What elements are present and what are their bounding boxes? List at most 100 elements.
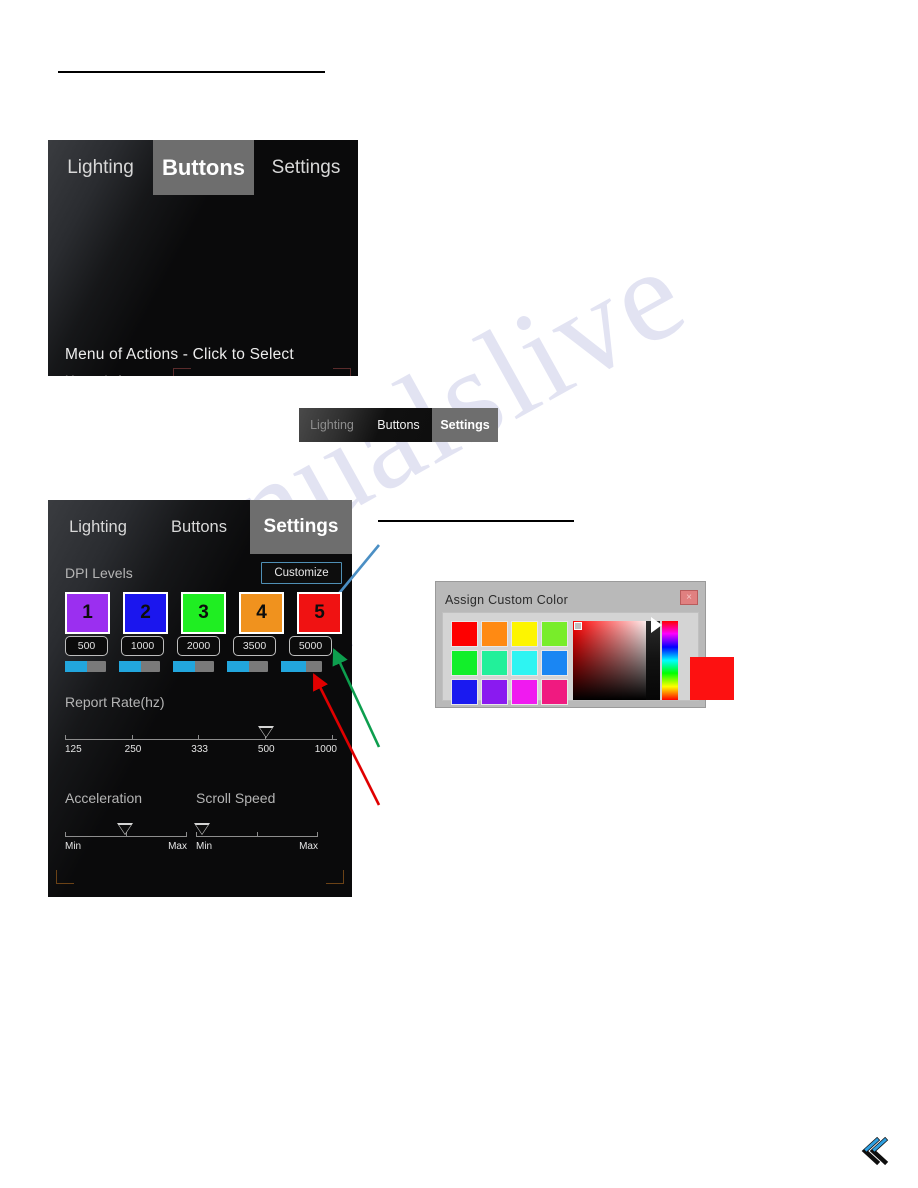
color-swatch-grid [451, 621, 568, 705]
tab-buttons[interactable]: Buttons [153, 140, 254, 195]
dpi-swatch-4[interactable]: 4 [239, 592, 284, 634]
mini-tab-buttons-label: Buttons [377, 418, 420, 432]
hue-slider-arrow-icon[interactable] [651, 617, 662, 633]
dpi-swatch-3[interactable]: 3 [181, 592, 226, 634]
report-rate-track [65, 739, 337, 740]
color-swatch-6[interactable] [481, 650, 508, 676]
settings-tab-lighting[interactable]: Lighting [48, 500, 148, 554]
dpi-levels-label: DPI Levels [65, 565, 133, 581]
dpi-toggle-1[interactable] [65, 661, 106, 672]
tab-buttons-label: Buttons [161, 154, 246, 180]
report-rate-tick-0 [65, 735, 66, 740]
scroll-speed-label: Scroll Speed [196, 790, 276, 806]
color-swatch-1[interactable] [451, 621, 478, 647]
color-swatch-7[interactable] [511, 650, 538, 676]
report-rate-tick-label-125: 125 [65, 744, 82, 755]
detail-brackets [173, 368, 351, 376]
double-chevron-left-icon[interactable] [858, 1136, 890, 1166]
mini-tab-lighting[interactable]: Lighting [299, 408, 365, 442]
acceleration-slider[interactable]: Min Max [65, 810, 187, 852]
report-rate-tick-1 [131, 735, 133, 740]
settings-tab-buttons-label: Buttons [171, 517, 227, 536]
tab-lighting[interactable]: Lighting [48, 140, 153, 195]
dpi-toggle-4[interactable] [227, 661, 268, 672]
dpi-toggle-2[interactable] [119, 661, 160, 672]
report-rate-tick-label-1000: 1000 [314, 744, 337, 755]
bracket-top-left [173, 368, 191, 376]
dpi-value-1[interactable]: 500 [65, 636, 108, 656]
hue-bar[interactable] [662, 621, 678, 700]
color-swatch-8[interactable] [541, 650, 568, 676]
scroll-speed-tick-2 [316, 832, 318, 837]
scroll-speed-tick-1 [257, 832, 258, 837]
color-swatch-3[interactable] [511, 621, 538, 647]
scroll-speed-min-label: Min [196, 841, 213, 852]
scroll-speed-max-label: Max [299, 841, 318, 852]
bracket-bottom-left [56, 870, 74, 884]
color-swatch-12[interactable] [541, 679, 568, 705]
mini-tab-buttons[interactable]: Buttons [365, 408, 432, 442]
acceleration-tick-2 [185, 832, 187, 837]
customize-button[interactable]: Customize [261, 562, 342, 584]
settings-tab-settings-label: Settings [263, 516, 339, 537]
dpi-swatch-4-label: 4 [256, 602, 267, 623]
color-swatch-11[interactable] [511, 679, 538, 705]
mini-tabbar: Lighting Buttons Settings [299, 408, 498, 442]
dpi-value-4[interactable]: 3500 [233, 636, 276, 656]
dpi-swatch-3-label: 3 [198, 602, 209, 623]
tab-settings[interactable]: Settings [254, 140, 358, 195]
report-rate-slider-thumb[interactable] [258, 726, 275, 738]
dpi-swatch-1[interactable]: 1 [65, 592, 110, 634]
mini-tab-lighting-label: Lighting [310, 418, 354, 432]
dpi-swatch-row: 1 2 3 4 5 [65, 592, 342, 634]
color-dialog-body [442, 612, 734, 705]
color-swatch-5[interactable] [451, 650, 478, 676]
action-item-mouse-actions[interactable]: Mouse Actions > [65, 373, 170, 376]
actions-list: Mouse Actions > Keyboard Actions > Rapid… [65, 373, 170, 376]
assign-custom-color-dialog: Assign Custom Color × [435, 581, 734, 708]
settings-panel-tabbar: Lighting Buttons Settings [48, 500, 352, 554]
color-swatch-4[interactable] [541, 621, 568, 647]
report-rate-tick-label-500: 500 [257, 744, 275, 755]
mini-tab-settings-label: Settings [440, 418, 490, 432]
dpi-toggle-5[interactable] [281, 661, 322, 672]
settings-panel: Lighting Buttons Settings DPI Levels Cus… [48, 500, 352, 897]
color-swatch-10[interactable] [481, 679, 508, 705]
report-rate-tick-label-333: 333 [191, 744, 208, 755]
scroll-speed-slider-thumb[interactable] [194, 823, 211, 835]
close-icon[interactable]: × [680, 590, 698, 605]
acceleration-max-label: Max [168, 841, 187, 852]
acceleration-slider-thumb[interactable] [116, 823, 133, 835]
tab-settings-label: Settings [271, 156, 341, 178]
acceleration-tick-0 [65, 832, 66, 837]
dpi-toggle-4-fill [227, 661, 249, 672]
color-dialog-title: Assign Custom Color [445, 593, 569, 607]
acceleration-label: Acceleration [65, 790, 143, 806]
report-rate-label: Report Rate(hz) [65, 694, 165, 710]
dpi-toggle-3[interactable] [173, 661, 214, 672]
dpi-swatch-2-label: 2 [140, 602, 151, 623]
menu-of-actions-title: Menu of Actions - Click to Select [65, 346, 294, 363]
color-swatch-9[interactable] [451, 679, 478, 705]
dpi-value-5[interactable]: 5000 [289, 636, 332, 656]
settings-tab-buttons[interactable]: Buttons [148, 500, 250, 554]
mini-tab-settings[interactable]: Settings [432, 408, 498, 442]
dpi-toggle-5-fill [281, 661, 306, 672]
saturation-value-field[interactable] [573, 621, 651, 700]
settings-tab-lighting-label: Lighting [69, 517, 127, 536]
dpi-swatch-5[interactable]: 5 [297, 592, 342, 634]
dpi-swatch-1-label: 1 [82, 602, 93, 623]
color-swatch-2[interactable] [481, 621, 508, 647]
saturation-value-cursor[interactable] [574, 622, 582, 630]
settings-tab-settings[interactable]: Settings [250, 500, 352, 554]
dpi-value-2[interactable]: 1000 [121, 636, 164, 656]
bracket-top-right [333, 368, 351, 376]
scroll-speed-slider[interactable]: Min Max [194, 810, 318, 852]
tab-lighting-label: Lighting [67, 156, 134, 178]
bracket-bottom-right [326, 870, 344, 884]
dpi-swatch-2[interactable]: 2 [123, 592, 168, 634]
dpi-toggle-3-fill [173, 661, 195, 672]
dpi-value-3[interactable]: 2000 [177, 636, 220, 656]
report-rate-tick-2 [198, 735, 200, 740]
report-rate-slider[interactable]: 125 250 333 500 1000 [65, 713, 337, 755]
